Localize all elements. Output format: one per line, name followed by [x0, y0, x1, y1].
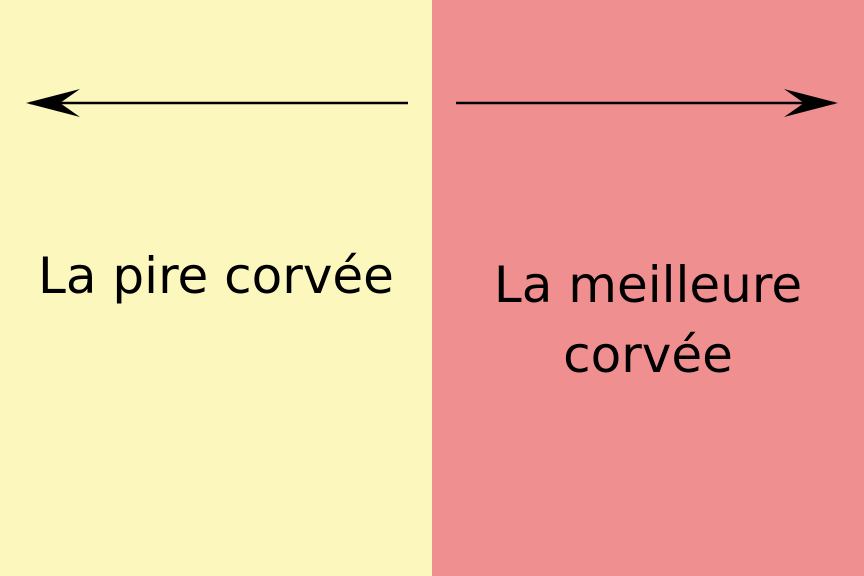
worst-chore-label: La pire corvée: [0, 241, 432, 311]
best-chore-text-line-1: La meilleure: [493, 256, 803, 314]
left-arrow-icon: [26, 89, 408, 117]
right-arrow-icon: [456, 89, 838, 117]
best-chore-text-line-2: corvée: [563, 326, 733, 384]
worst-chore-text: La pire corvée: [38, 247, 394, 305]
best-chore-label: La meilleure corvée: [432, 250, 864, 390]
